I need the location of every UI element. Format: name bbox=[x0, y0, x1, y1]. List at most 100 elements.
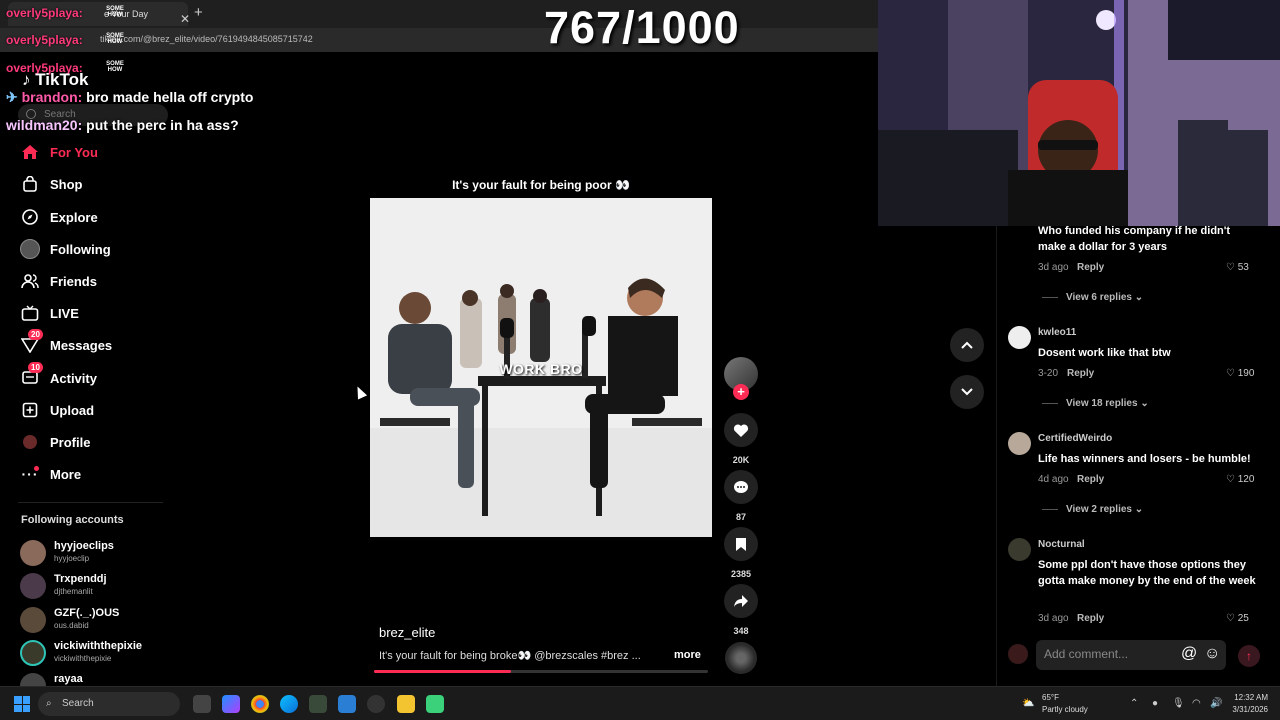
chat-username: brandon: bbox=[21, 89, 83, 105]
emoji-icon[interactable]: ☺ bbox=[1204, 645, 1220, 663]
nav-activity[interactable]: 10 Activity bbox=[18, 362, 178, 391]
nav-live[interactable]: LIVE bbox=[18, 300, 178, 326]
avatar[interactable] bbox=[1008, 538, 1031, 561]
volume-icon[interactable]: 🔊 bbox=[1210, 698, 1222, 709]
comment-button[interactable] bbox=[724, 470, 758, 504]
weather-icon[interactable]: ⛅ bbox=[1022, 698, 1034, 709]
chevron-up-icon[interactable]: ⌃ bbox=[1130, 698, 1138, 709]
video-player[interactable]: WORK BRO bbox=[370, 198, 712, 537]
comment-like[interactable]: ♡ 190 bbox=[1226, 368, 1254, 379]
comment-like[interactable]: ♡ 120 bbox=[1226, 474, 1254, 485]
comment-action[interactable]: 87 bbox=[724, 470, 758, 522]
more-link[interactable]: more bbox=[674, 649, 701, 661]
comment-username[interactable]: Nocturnal bbox=[1038, 539, 1085, 550]
logo-text: TikTok bbox=[35, 70, 89, 89]
task-view-icon[interactable] bbox=[193, 695, 211, 713]
wifi-icon[interactable]: ◠ bbox=[1192, 698, 1201, 709]
like-button[interactable] bbox=[724, 413, 758, 447]
obs-icon[interactable] bbox=[367, 695, 385, 713]
edge-icon[interactable] bbox=[280, 695, 298, 713]
following-account[interactable]: Trxpenddj djthemanlit bbox=[20, 571, 180, 601]
chat-username: wildman20: bbox=[6, 117, 83, 133]
tiktok-logo[interactable]: ♪ TikTok bbox=[22, 70, 88, 90]
chrome-icon[interactable] bbox=[251, 695, 269, 713]
previous-video-button[interactable] bbox=[950, 328, 984, 362]
nav-friends[interactable]: Friends bbox=[18, 268, 178, 294]
nav-label: Upload bbox=[50, 402, 95, 418]
weather-temperature: 65°F bbox=[1042, 693, 1059, 702]
follow-plus-icon[interactable]: + bbox=[733, 384, 749, 400]
tray-app-icon[interactable]: ● bbox=[1152, 698, 1158, 709]
nav-following[interactable]: Following bbox=[18, 236, 178, 262]
nav-label: Profile bbox=[50, 434, 91, 450]
app-icon[interactable] bbox=[426, 695, 444, 713]
comment-text: Dosent work like that btw bbox=[1038, 347, 1171, 359]
reply-button[interactable]: Reply bbox=[1077, 262, 1104, 273]
avatar[interactable] bbox=[1008, 326, 1031, 349]
address-bar[interactable]: tiktok.com/@brez_elite/video/76194948450… bbox=[0, 28, 878, 52]
comment-like-count: 190 bbox=[1237, 368, 1255, 379]
share-arrow-icon bbox=[734, 595, 748, 607]
comment-username[interactable]: kwleo11 bbox=[1038, 327, 1076, 338]
compass-icon bbox=[18, 207, 42, 227]
new-tab-icon[interactable]: + bbox=[194, 4, 203, 21]
next-video-button[interactable] bbox=[950, 375, 984, 409]
following-account[interactable]: hyyjoeclips hyyjoeclip bbox=[20, 538, 180, 568]
like-action[interactable]: 20K bbox=[724, 413, 758, 465]
chevron-down-icon: ⌄ bbox=[1134, 292, 1144, 303]
reply-button[interactable]: Reply bbox=[1077, 613, 1104, 624]
copilot-icon[interactable] bbox=[222, 695, 240, 713]
nav-explore[interactable]: Explore bbox=[18, 204, 178, 230]
send-comment-button[interactable]: ↑ bbox=[1238, 645, 1260, 667]
comment-input[interactable] bbox=[1044, 647, 1174, 661]
mention-icon[interactable]: @ bbox=[1181, 645, 1197, 663]
reply-button[interactable]: Reply bbox=[1067, 368, 1094, 379]
avatar[interactable] bbox=[1008, 432, 1031, 455]
video-description: It's your fault for being broke👀 @brezsc… bbox=[379, 650, 641, 662]
view-replies-label: View 18 replies bbox=[1066, 398, 1138, 409]
clock-date[interactable]: 3/31/2026 bbox=[1228, 705, 1268, 714]
nav-messages[interactable]: 20 Messages bbox=[18, 329, 178, 358]
view-replies-button[interactable]: View 6 replies ⌄ bbox=[1042, 292, 1143, 303]
chevron-down-icon: ⌄ bbox=[1134, 504, 1144, 515]
chat-text: put the perc in ha ass? bbox=[86, 117, 239, 133]
reply-button[interactable]: Reply bbox=[1077, 474, 1104, 485]
view-replies-button[interactable]: View 18 replies ⌄ bbox=[1042, 398, 1149, 409]
save-button[interactable] bbox=[724, 527, 758, 561]
following-account[interactable]: GZF(._.)OUS ous.dabid bbox=[20, 605, 180, 635]
comment-count: 87 bbox=[735, 512, 746, 522]
comment-input-box[interactable] bbox=[1036, 640, 1226, 670]
comment-like-count: 53 bbox=[1237, 262, 1249, 273]
nav-label: Explore bbox=[50, 209, 98, 225]
taskbar-search[interactable]: ⌕ Search bbox=[38, 692, 180, 716]
store-icon[interactable] bbox=[338, 695, 356, 713]
nav-more[interactable]: ··· More bbox=[18, 461, 178, 487]
windows-start-icon[interactable] bbox=[14, 696, 30, 712]
nav-for-you[interactable]: For You bbox=[18, 139, 178, 165]
comment-like[interactable]: ♡ 25 bbox=[1226, 613, 1249, 624]
video-author[interactable]: brez_elite bbox=[379, 625, 435, 640]
music-disc-icon[interactable] bbox=[725, 642, 757, 674]
following-accounts-title: Following accounts bbox=[21, 514, 124, 526]
video-progress-bar[interactable] bbox=[374, 670, 708, 673]
app-icon[interactable] bbox=[309, 695, 327, 713]
microphone-icon[interactable]: 🎙 bbox=[1172, 698, 1185, 709]
share-action[interactable]: 348 bbox=[724, 584, 758, 636]
save-action[interactable]: 2385 bbox=[724, 527, 758, 579]
heart-outline-icon: ♡ bbox=[1226, 474, 1235, 485]
comment-username[interactable]: CertifiedWeirdo bbox=[1038, 433, 1112, 444]
file-explorer-icon[interactable] bbox=[397, 695, 415, 713]
nav-upload[interactable]: Upload bbox=[18, 397, 178, 423]
nav-shop[interactable]: Shop bbox=[18, 171, 178, 197]
account-handle: vickiwiththepixie bbox=[54, 654, 112, 663]
view-replies-button[interactable]: View 2 replies ⌄ bbox=[1042, 504, 1143, 515]
nav-profile[interactable]: Profile bbox=[18, 429, 178, 455]
live-tv-icon bbox=[18, 303, 42, 323]
comment-like[interactable]: ♡ 53 bbox=[1226, 262, 1249, 273]
nav-label: Messages bbox=[50, 337, 113, 353]
clock-time[interactable]: 12:32 AM bbox=[1228, 693, 1268, 702]
share-button[interactable] bbox=[724, 584, 758, 618]
overlay-username: overly5playa: bbox=[6, 6, 83, 20]
following-account[interactable]: rayaa bbox=[20, 671, 180, 686]
following-account[interactable]: vickiwiththepixie vickiwiththepixie bbox=[20, 638, 180, 668]
